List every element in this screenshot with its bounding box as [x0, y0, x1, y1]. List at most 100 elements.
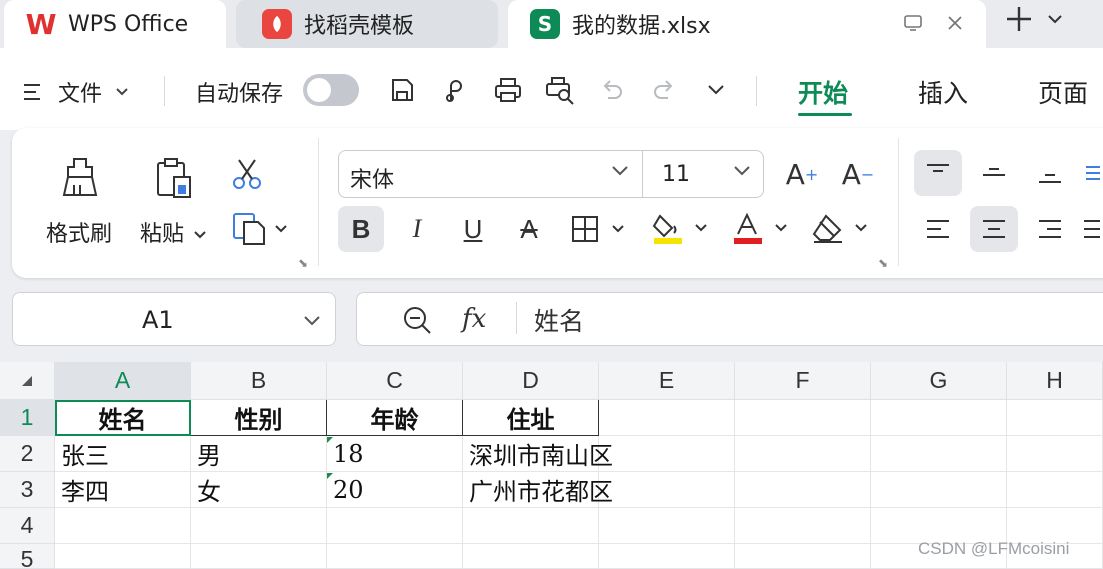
empty-cell[interactable]: [191, 508, 327, 544]
borders-button[interactable]: [566, 206, 632, 252]
column-header-a[interactable]: A: [55, 362, 191, 400]
restore-window-icon[interactable]: [898, 8, 928, 38]
format-painter-icon[interactable]: [56, 154, 104, 202]
print-icon[interactable]: [492, 74, 524, 106]
empty-cell[interactable]: [599, 436, 735, 472]
empty-cell[interactable]: [735, 508, 871, 544]
tab-template[interactable]: 找稻壳模板: [236, 0, 498, 48]
column-header-b[interactable]: B: [191, 362, 327, 400]
name-box-chevron-icon[interactable]: [302, 312, 322, 333]
bold-button[interactable]: B: [338, 206, 384, 252]
empty-cell[interactable]: [1007, 472, 1103, 508]
ribbon-tab-page[interactable]: 页面: [1038, 74, 1088, 110]
empty-cell[interactable]: [463, 508, 599, 544]
paste-icon[interactable]: [150, 154, 198, 202]
column-header-d[interactable]: D: [463, 362, 599, 400]
clipboard-dialog-launcher-icon[interactable]: ⬊: [298, 256, 308, 270]
file-menu[interactable]: 文件: [22, 74, 130, 110]
cell-c1[interactable]: 年龄: [327, 400, 463, 436]
column-header-f[interactable]: F: [735, 362, 871, 400]
empty-cell[interactable]: [735, 544, 871, 569]
strikethrough-button[interactable]: A: [506, 206, 552, 252]
tab-list-chevron-icon[interactable]: [1046, 10, 1064, 31]
empty-cell[interactable]: [599, 544, 735, 569]
name-box[interactable]: [12, 292, 336, 346]
row-header-3[interactable]: 3: [0, 472, 55, 508]
cell-c2[interactable]: 18: [327, 436, 463, 472]
empty-cell[interactable]: [1007, 436, 1103, 472]
align-middle-button[interactable]: [970, 150, 1018, 196]
empty-cell[interactable]: [871, 400, 1007, 436]
select-all-corner[interactable]: [0, 362, 55, 400]
empty-cell[interactable]: [55, 544, 191, 569]
empty-cell[interactable]: [463, 544, 599, 569]
empty-cell[interactable]: [55, 508, 191, 544]
empty-cell[interactable]: [191, 544, 327, 569]
font-size-value[interactable]: 11: [662, 162, 690, 187]
cell-b1[interactable]: 性别: [191, 400, 327, 436]
copy-icon[interactable]: [230, 208, 290, 250]
column-header-g[interactable]: G: [871, 362, 1007, 400]
italic-button[interactable]: I: [394, 206, 440, 252]
ribbon-tab-insert[interactable]: 插入: [918, 74, 968, 110]
undo-icon[interactable]: [596, 74, 628, 106]
align-top-button[interactable]: [914, 150, 962, 196]
paste-label[interactable]: 粘贴: [140, 216, 207, 248]
align-bottom-button[interactable]: [1026, 150, 1074, 196]
empty-cell[interactable]: [871, 436, 1007, 472]
font-dialog-launcher-icon[interactable]: ⬊: [878, 256, 888, 270]
cell-a1[interactable]: 姓名: [55, 400, 191, 436]
column-header-h[interactable]: H: [1007, 362, 1103, 400]
cell-a2[interactable]: 张三: [55, 436, 191, 472]
redo-icon[interactable]: [648, 74, 680, 106]
output-pdf-icon[interactable]: [440, 74, 472, 106]
tab-document[interactable]: S 我的数据.xlsx: [508, 0, 986, 48]
cell-d1[interactable]: 住址: [463, 400, 599, 436]
align-left-button[interactable]: [914, 206, 962, 252]
cell-d2[interactable]: 深圳市南山区: [463, 436, 613, 472]
row-header-5[interactable]: 5: [0, 544, 55, 569]
cell-b3[interactable]: 女: [191, 472, 327, 508]
tab-wps-office[interactable]: W WPS Office: [4, 0, 226, 48]
ribbon-tab-home[interactable]: 开始: [798, 74, 848, 110]
row-header-4[interactable]: 4: [0, 508, 55, 544]
font-size-chevron-icon[interactable]: [732, 162, 752, 183]
empty-cell[interactable]: [735, 400, 871, 436]
align-right-button[interactable]: [1026, 206, 1074, 252]
cell-d3[interactable]: 广州市花都区: [463, 472, 613, 508]
cell-b2[interactable]: 男: [191, 436, 327, 472]
print-preview-icon[interactable]: [544, 74, 576, 106]
insert-function-fx-icon[interactable]: fx: [462, 304, 486, 334]
empty-cell[interactable]: [599, 400, 735, 436]
font-name-chevron-icon[interactable]: [610, 162, 630, 183]
save-icon[interactable]: [386, 74, 418, 106]
cut-scissors-icon[interactable]: [226, 156, 268, 192]
clear-format-button[interactable]: [808, 206, 874, 252]
decrease-font-size-icon[interactable]: A −: [838, 154, 878, 194]
empty-cell[interactable]: [599, 508, 735, 544]
column-header-e[interactable]: E: [599, 362, 735, 400]
justify-button[interactable]: [1080, 206, 1100, 252]
empty-cell[interactable]: [735, 472, 871, 508]
underline-button[interactable]: U: [450, 206, 496, 252]
autosave-toggle[interactable]: [303, 74, 359, 106]
empty-cell[interactable]: [735, 436, 871, 472]
empty-cell[interactable]: [327, 508, 463, 544]
font-name-select[interactable]: [338, 150, 764, 198]
format-painter-label[interactable]: 格式刷: [46, 216, 112, 248]
wrap-text-button[interactable]: [1080, 150, 1100, 196]
formula-bar-content[interactable]: 姓名: [534, 302, 584, 338]
empty-cell[interactable]: [871, 472, 1007, 508]
empty-cell[interactable]: [1007, 400, 1103, 436]
cell-c3[interactable]: 20: [327, 472, 463, 508]
empty-cell[interactable]: [327, 544, 463, 569]
increase-font-size-icon[interactable]: A +: [782, 154, 822, 194]
row-header-1[interactable]: 1: [0, 400, 55, 436]
more-chevron-down-icon[interactable]: [700, 74, 732, 106]
new-tab-plus-icon[interactable]: [1002, 4, 1036, 42]
empty-cell[interactable]: [599, 472, 735, 508]
align-center-button[interactable]: [970, 206, 1018, 252]
zoom-search-icon[interactable]: [400, 304, 434, 336]
fill-color-button[interactable]: [648, 206, 714, 252]
row-header-2[interactable]: 2: [0, 436, 55, 472]
